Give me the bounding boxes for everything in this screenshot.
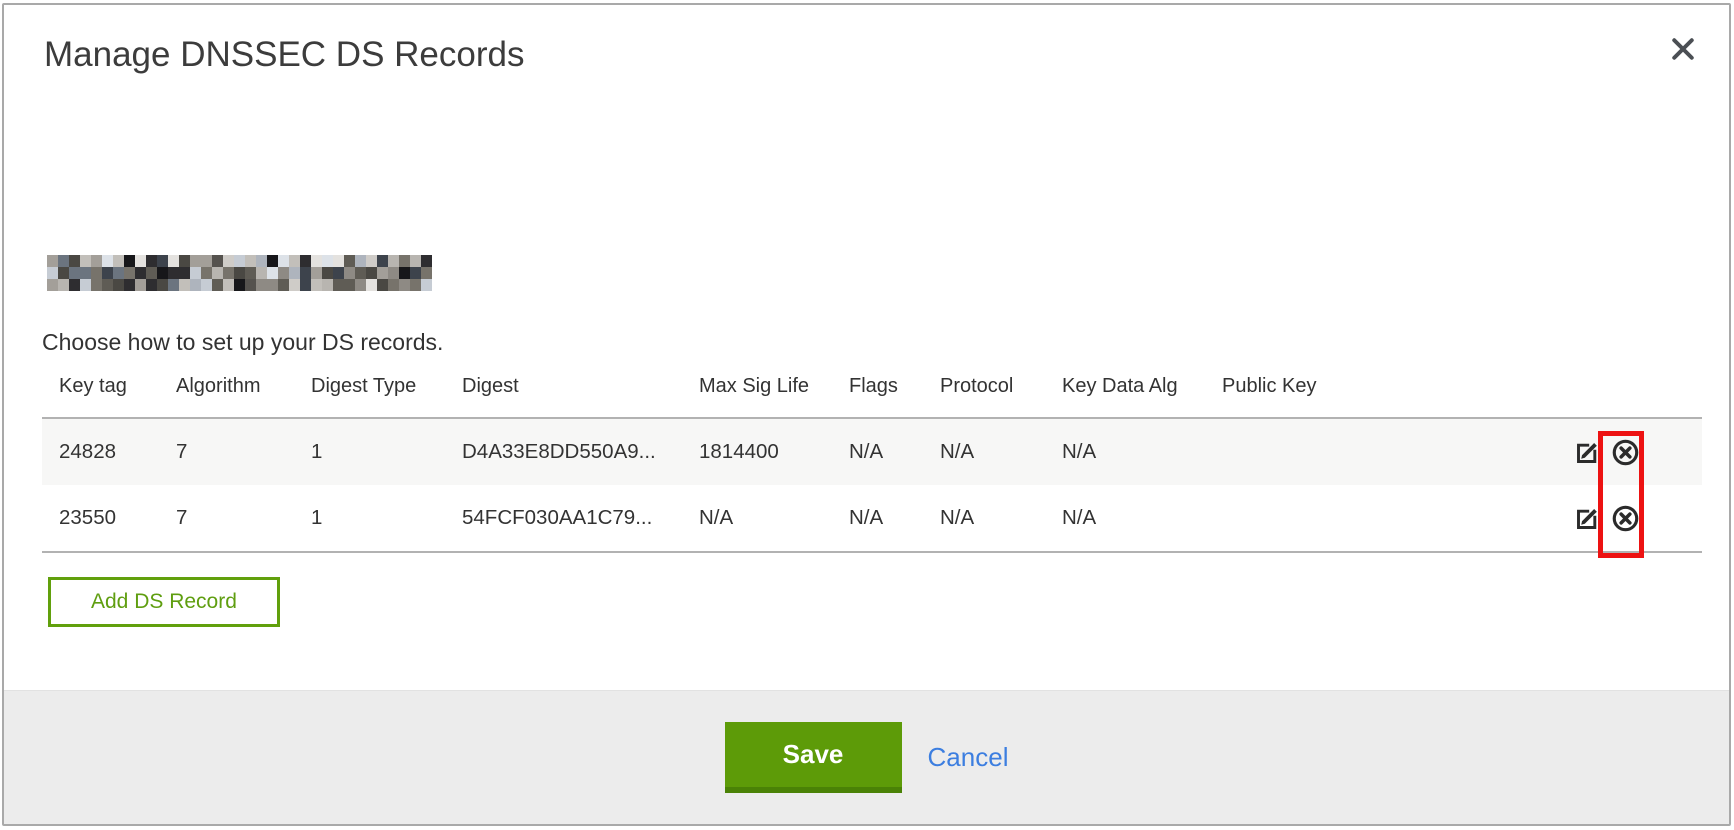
pencil-square-icon	[1574, 505, 1601, 532]
close-button[interactable]	[1665, 31, 1701, 67]
dialog-title: Manage DNSSEC DS Records	[44, 35, 524, 75]
cell-max-sig-life: 1814400	[682, 418, 832, 485]
ds-records-table: Key tag Algorithm Digest Type Digest Max…	[42, 375, 1702, 553]
cell-algorithm: 7	[159, 418, 294, 485]
col-header-digest-type: Digest Type	[294, 375, 445, 418]
cell-key-tag: 24828	[42, 418, 159, 485]
cancel-link[interactable]: Cancel	[928, 742, 1009, 773]
dialog-footer: Save Cancel	[4, 690, 1729, 824]
save-button[interactable]: Save	[725, 722, 902, 793]
col-header-flags: Flags	[832, 375, 923, 418]
cell-public-key	[1205, 418, 1503, 485]
circle-x-icon	[1611, 504, 1640, 533]
domain-name-redacted	[47, 255, 432, 291]
edit-record-button[interactable]	[1574, 439, 1601, 466]
circle-x-icon	[1611, 438, 1640, 467]
cell-digest: D4A33E8DD550A9...	[445, 418, 682, 485]
cell-actions	[1503, 485, 1702, 552]
cell-max-sig-life: N/A	[682, 485, 832, 552]
edit-record-button[interactable]	[1574, 505, 1601, 532]
col-header-key-data-alg: Key Data Alg	[1045, 375, 1205, 418]
cell-digest: 54FCF030AA1C79...	[445, 485, 682, 552]
col-header-actions	[1503, 375, 1702, 418]
col-header-key-tag: Key tag	[42, 375, 159, 418]
cell-key-tag: 23550	[42, 485, 159, 552]
col-header-digest: Digest	[445, 375, 682, 418]
cell-key-data-alg: N/A	[1045, 485, 1205, 552]
cell-public-key	[1205, 485, 1503, 552]
delete-record-button[interactable]	[1611, 504, 1640, 533]
col-header-max-sig-life: Max Sig Life	[682, 375, 832, 418]
pencil-square-icon	[1574, 439, 1601, 466]
instruction-text: Choose how to set up your DS records.	[42, 329, 443, 356]
table-row: 23550 7 1 54FCF030AA1C79... N/A N/A N/A …	[42, 485, 1702, 552]
manage-dnssec-dialog: Manage DNSSEC DS Records Choose how to s…	[2, 3, 1731, 826]
cell-key-data-alg: N/A	[1045, 418, 1205, 485]
cell-flags: N/A	[832, 485, 923, 552]
col-header-algorithm: Algorithm	[159, 375, 294, 418]
cell-flags: N/A	[832, 418, 923, 485]
col-header-public-key: Public Key	[1205, 375, 1503, 418]
table-header-row: Key tag Algorithm Digest Type Digest Max…	[42, 375, 1702, 418]
delete-record-button[interactable]	[1611, 438, 1640, 467]
cell-digest-type: 1	[294, 485, 445, 552]
cell-protocol: N/A	[923, 418, 1045, 485]
col-header-protocol: Protocol	[923, 375, 1045, 418]
table-row: 24828 7 1 D4A33E8DD550A9... 1814400 N/A …	[42, 418, 1702, 485]
cell-algorithm: 7	[159, 485, 294, 552]
cell-digest-type: 1	[294, 418, 445, 485]
x-icon	[1669, 35, 1697, 63]
cell-actions	[1503, 418, 1702, 485]
add-ds-record-button[interactable]: Add DS Record	[48, 577, 280, 627]
cell-protocol: N/A	[923, 485, 1045, 552]
